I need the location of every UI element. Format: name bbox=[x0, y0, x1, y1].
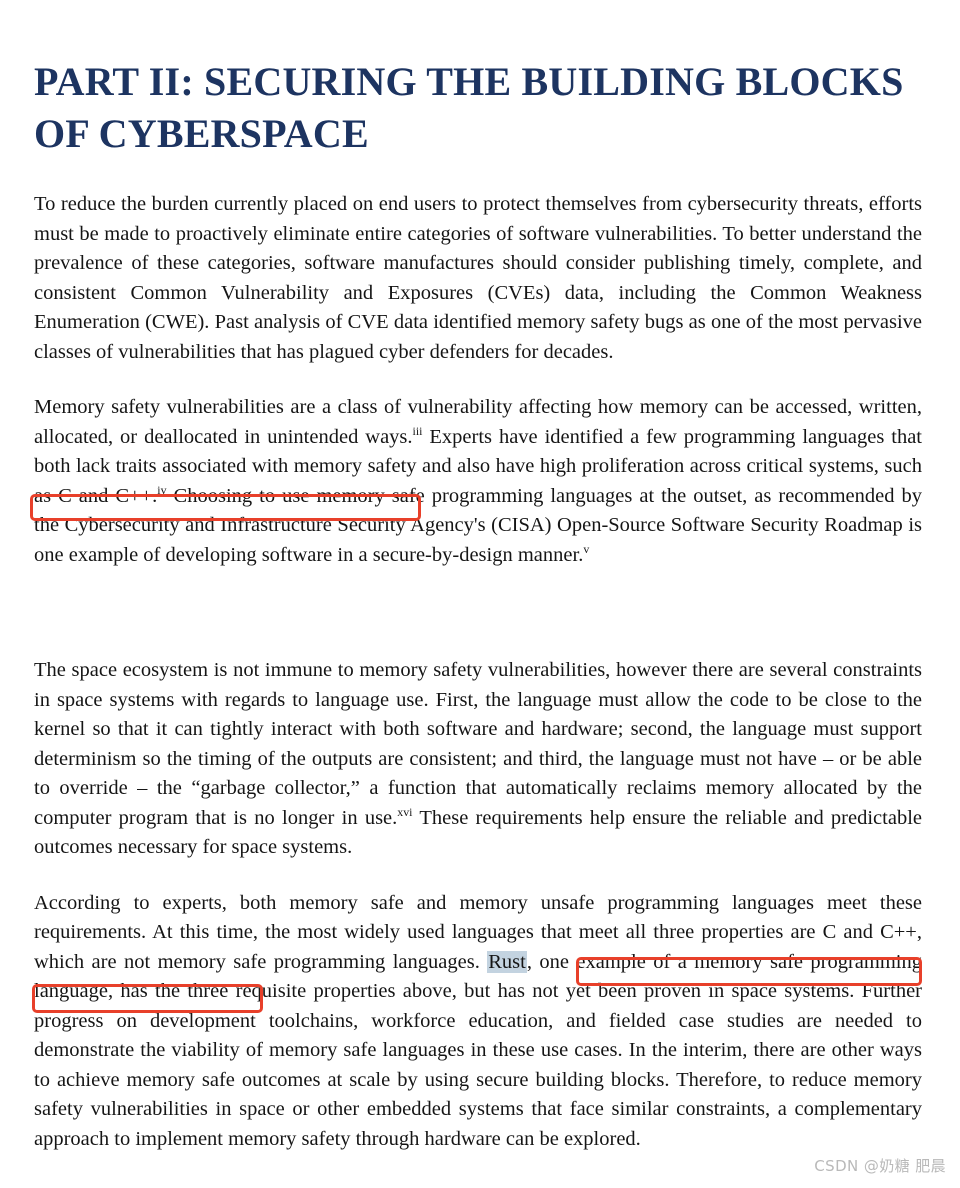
document-content: PART II: SECURING THE BUILDING BLOCKS OF… bbox=[34, 56, 922, 1154]
paragraph-4-text-b: , one example of a memory safe programmi… bbox=[34, 950, 922, 1150]
document-page: PART II: SECURING THE BUILDING BLOCKS OF… bbox=[0, 0, 960, 1188]
paragraph-2-text-c: Choosing to use memory safe programming … bbox=[34, 484, 922, 566]
footnote-ref-iii: iii bbox=[412, 423, 423, 438]
page-title: PART II: SECURING THE BUILDING BLOCKS OF… bbox=[34, 59, 904, 156]
csdn-watermark: CSDN @奶糖 肥晨 bbox=[814, 1157, 946, 1175]
footnote-ref-iv: iv bbox=[157, 482, 167, 497]
footnote-ref-xvi: xvi bbox=[397, 804, 413, 819]
paragraph-4: According to experts, both memory safe a… bbox=[34, 889, 922, 1155]
footnote-ref-v: v bbox=[583, 541, 590, 556]
paragraph-2: Memory safety vulnerabilities are a clas… bbox=[34, 393, 922, 570]
selected-text-rust: Rust bbox=[487, 950, 527, 973]
paragraph-1: To reduce the burden currently placed on… bbox=[34, 190, 922, 367]
paragraph-3-text-a: The space ecosystem is not immune to mem… bbox=[34, 659, 922, 829]
paragraph-3: The space ecosystem is not immune to mem… bbox=[34, 656, 922, 863]
paragraph-1-text: To reduce the burden currently placed on… bbox=[34, 193, 922, 363]
